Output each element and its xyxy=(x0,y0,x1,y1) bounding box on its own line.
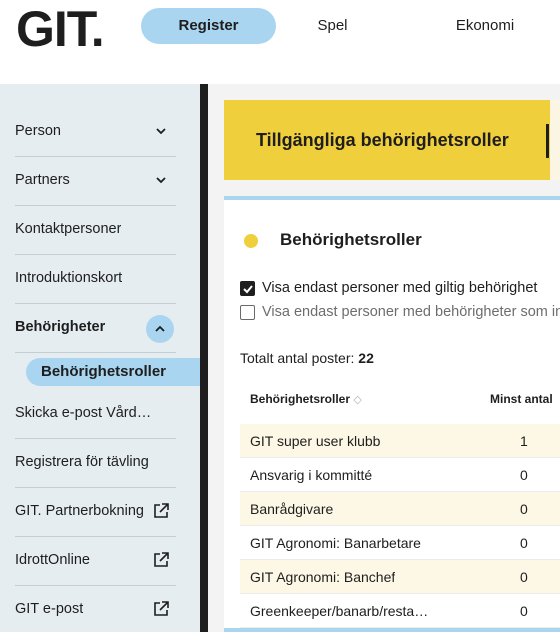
sidebar-item-introduktionskort[interactable]: Introduktionskort xyxy=(15,255,176,304)
sidebar-item-label: GIT. Partnerbokning xyxy=(15,503,144,519)
table-row[interactable]: GIT super user klubb 1 xyxy=(240,424,560,458)
table-cell-role: Banrådgivare xyxy=(250,501,334,517)
sidebar-item-kontaktpersoner[interactable]: Kontaktpersoner xyxy=(15,206,176,255)
git-logo[interactable]: GIT. xyxy=(16,4,105,54)
sidebar-item-partnerbokning[interactable]: GIT. Partnerbokning xyxy=(15,488,176,537)
sidebar-item-idrottonline[interactable]: IdrottOnline xyxy=(15,537,176,586)
column-header-label: Minst antal xyxy=(490,392,553,406)
tab-ekonomi[interactable]: Ekonomi xyxy=(440,8,530,44)
sidebar-item-partners[interactable]: Partners xyxy=(15,157,176,206)
chevron-down-icon[interactable] xyxy=(152,171,170,189)
filter-label: Visa endast personer med giltig behörigh… xyxy=(262,280,538,296)
banner-side-panel xyxy=(550,100,560,180)
tab-register[interactable]: Register xyxy=(141,8,276,44)
chevron-up-icon[interactable] xyxy=(146,315,174,343)
sidebar-item-label: IdrottOnline xyxy=(15,552,90,568)
table-row[interactable]: GIT Agronomi: Banchef 0 xyxy=(240,560,560,594)
table-cell-count: 1 xyxy=(520,433,528,449)
chevron-down-icon[interactable] xyxy=(152,122,170,140)
sidebar-divider[interactable] xyxy=(200,84,208,632)
total-label: Totalt antal poster: xyxy=(240,350,355,366)
table-row[interactable]: Ansvarig i kommitté 0 xyxy=(240,458,560,492)
card-title: Behörighetsroller xyxy=(280,230,422,249)
checkbox-checked[interactable] xyxy=(240,281,255,296)
roles-card: Behörighetsroller Visa endast personer m… xyxy=(224,196,560,632)
table-cell-count: 0 xyxy=(520,501,528,517)
yellow-dot-icon xyxy=(244,234,258,248)
column-header-min-count[interactable]: Minst antal xyxy=(490,392,553,406)
table-cell-count: 0 xyxy=(520,535,528,551)
checkbox-unchecked[interactable] xyxy=(240,305,255,320)
external-link-icon xyxy=(152,551,170,569)
sidebar-item-label: GIT e-post xyxy=(15,601,84,617)
page-title: Tillgängliga behörighetsroller xyxy=(256,130,509,150)
table-cell-count: 0 xyxy=(520,467,528,483)
sidebar-item-label: Skicka e-post Vårdnadshavare xyxy=(15,405,155,421)
card-bottom-border xyxy=(224,628,560,632)
table-row[interactable]: GIT Agronomi: Banarbetare 0 xyxy=(240,526,560,560)
sidebar-item-label: Partners xyxy=(15,172,70,188)
top-header: GIT. Register Spel Ekonomi xyxy=(0,0,560,84)
table-cell-count: 0 xyxy=(520,569,528,585)
sidebar-subitem-behorighetsroller[interactable]: Behörighetsroller xyxy=(26,358,200,386)
sidebar-item-person[interactable]: Person xyxy=(15,108,176,157)
column-header-label: Behörighetsroller xyxy=(250,392,351,406)
sidebar-item-behorigheter[interactable]: Behörigheter xyxy=(15,304,176,353)
table-cell-count: 0 xyxy=(520,603,528,619)
sidebar-item-label: Kontaktpersoner xyxy=(15,221,122,237)
page-banner: Tillgängliga behörighetsroller xyxy=(224,100,560,180)
filter-label: Visa endast personer med behörigheter so… xyxy=(262,304,560,320)
column-header-roles[interactable]: Behörighetsroller ◇ xyxy=(250,392,362,406)
table-cell-role: GIT Agronomi: Banchef xyxy=(250,569,396,585)
table-cell-role: GIT super user klubb xyxy=(250,433,381,449)
sidebar-item-git-epost[interactable]: GIT e-post xyxy=(15,586,176,635)
table-row[interactable]: Banrådgivare 0 xyxy=(240,492,560,526)
table-row[interactable]: Greenkeeper/banarb/restaurang 0 xyxy=(240,594,560,628)
sidebar-item-skicka-epost[interactable]: Skicka e-post Vårdnadshavare xyxy=(15,390,176,439)
sort-icon[interactable]: ◇ xyxy=(353,394,361,406)
external-link-icon xyxy=(152,600,170,618)
total-count: Totalt antal poster: 22 xyxy=(240,350,374,366)
table-cell-role: Ansvarig i kommitté xyxy=(250,467,373,483)
sidebar-item-registrera-tavling[interactable]: Registrera för tävling xyxy=(15,439,176,488)
sidebar-item-label: Introduktionskort xyxy=(15,270,123,286)
sidebar-item-label: Registrera för tävling xyxy=(15,454,149,470)
table-cell-role: GIT Agronomi: Banarbetare xyxy=(250,535,421,551)
banner-divider xyxy=(546,124,549,158)
table-cell-role: Greenkeeper/banarb/restaurang xyxy=(250,603,430,619)
total-value: 22 xyxy=(358,350,374,366)
tab-spel[interactable]: Spel xyxy=(300,8,365,44)
sidebar-item-label: Behörigheter xyxy=(15,319,106,335)
sidebar-item-label: Person xyxy=(15,123,61,139)
external-link-icon xyxy=(152,502,170,520)
